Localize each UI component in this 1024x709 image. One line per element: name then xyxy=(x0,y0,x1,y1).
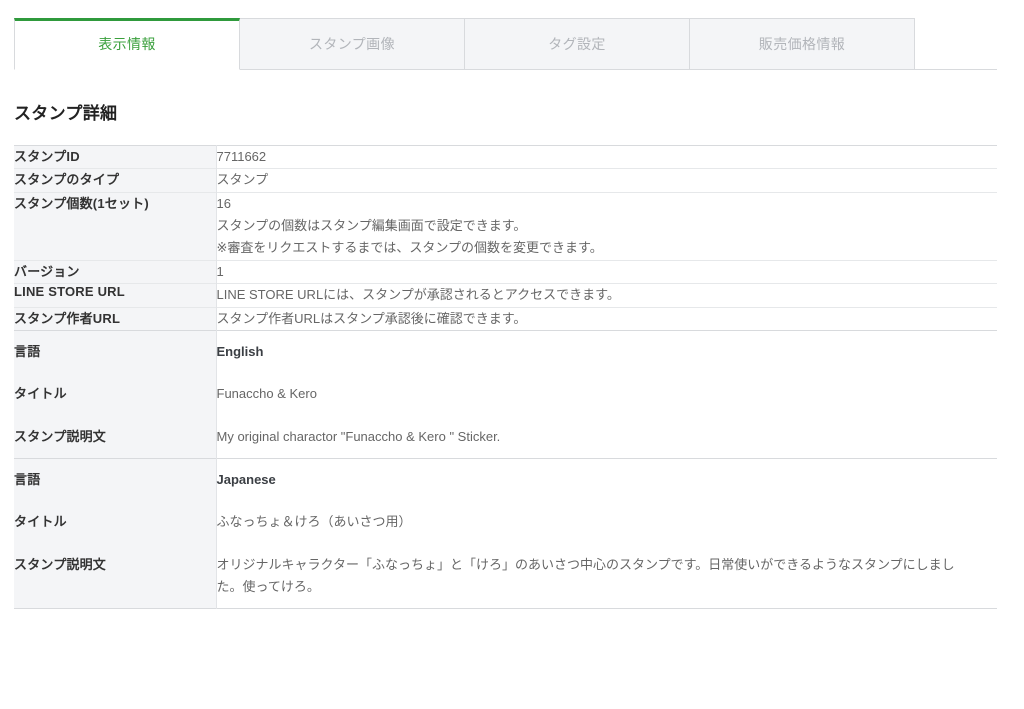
table-row: スタンプ作者URL スタンプ作者URLはスタンプ承認後に確認できます。 xyxy=(14,306,997,331)
row-value-stamp-id: 7711662 xyxy=(216,145,997,169)
tab-bar: 表示情報 スタンプ画像 タグ設定 販売価格情報 xyxy=(0,0,1024,70)
tab-price-info[interactable]: 販売価格情報 xyxy=(689,18,915,70)
description-en-value: My original charactor "Funaccho & Kero "… xyxy=(216,428,501,444)
table-row: LINE STORE URL LINE STORE URLには、スタンプが承認さ… xyxy=(14,283,997,308)
language-en-value: English xyxy=(216,343,264,359)
title-ja-value: ふなっちょ＆けろ（あいさつ用） xyxy=(216,514,412,530)
row-label-language-en: 言語 xyxy=(14,329,217,374)
tab-stamp-images[interactable]: スタンプ画像 xyxy=(239,18,465,70)
table-row: スタンプ説明文 My original charactor "Funaccho … xyxy=(14,415,997,459)
tab-tag-settings[interactable]: タグ設定 xyxy=(464,18,690,70)
row-label-version: バージョン xyxy=(14,259,217,284)
stamp-count-value: 16 xyxy=(216,195,231,211)
description-ja-value: オリジナルキャラクター「ふなっちょ」と「けろ」のあいさつ中心のスタンプです。日常… xyxy=(216,556,955,595)
tab-tag-settings-label: タグ設定 xyxy=(548,36,606,52)
tab-price-info-label: 販売価格情報 xyxy=(758,36,846,52)
table-row: スタンプ説明文 オリジナルキャラクター「ふなっちょ」と「けろ」のあいさつ中心のス… xyxy=(14,543,997,609)
stamp-count-note-1: スタンプの個数はスタンプ編集画面で設定できます。 xyxy=(216,218,527,234)
row-label-stamp-count: スタンプ個数(1セット) xyxy=(14,191,217,261)
language-ja-value: Japanese xyxy=(216,471,276,487)
table-row: スタンプ個数(1セット) 16 スタンプの個数はスタンプ編集画面で設定できます。… xyxy=(14,191,997,261)
table-row: タイトル Funaccho & Kero xyxy=(14,373,997,416)
stamp-detail-table: スタンプID 7711662 スタンプのタイプ スタンプ スタンプ個数(1セット… xyxy=(14,145,997,610)
version-value: 1 xyxy=(216,263,224,279)
stamp-id-value: 7711662 xyxy=(216,149,267,164)
row-label-language-ja: 言語 xyxy=(14,457,217,502)
table-row: スタンプID 7711662 xyxy=(14,145,997,169)
tab-stamp-images-label: スタンプ画像 xyxy=(309,36,395,52)
row-value-version: 1 xyxy=(216,259,997,284)
row-label-line-store-url: LINE STORE URL xyxy=(14,283,217,308)
page-title: スタンプ詳細 xyxy=(14,104,118,123)
row-value-title-ja: ふなっちょ＆けろ（あいさつ用） xyxy=(216,501,997,544)
row-value-description-en: My original charactor "Funaccho & Kero "… xyxy=(216,415,997,459)
row-label-stamp-type: スタンプのタイプ xyxy=(14,168,217,193)
stamp-count-note-2: ※審査をリクエストするまでは、スタンプの個数を変更できます。 xyxy=(216,240,603,256)
tab-list: 表示情報 スタンプ画像 タグ設定 販売価格情報 xyxy=(14,18,915,70)
table-row: タイトル ふなっちょ＆けろ（あいさつ用） xyxy=(14,501,997,544)
row-label-author-url: スタンプ作者URL xyxy=(14,306,217,331)
table-row: 言語 Japanese xyxy=(14,457,997,502)
tab-display-info[interactable]: 表示情報 xyxy=(14,18,240,70)
row-label-title-en: タイトル xyxy=(14,373,217,416)
tab-display-info-label: 表示情報 xyxy=(98,36,156,52)
table-row: スタンプのタイプ スタンプ xyxy=(14,168,997,193)
row-value-language-en: English xyxy=(216,329,997,374)
row-value-stamp-count: 16 スタンプの個数はスタンプ編集画面で設定できます。 ※審査をリクエストするま… xyxy=(216,191,997,261)
row-label-title-ja: タイトル xyxy=(14,501,217,544)
row-label-description-ja: スタンプ説明文 xyxy=(14,543,217,609)
stamp-detail-page: 表示情報 スタンプ画像 タグ設定 販売価格情報 スタンプ詳細 スタンプID 77… xyxy=(0,0,1024,709)
row-value-description-ja: オリジナルキャラクター「ふなっちょ」と「けろ」のあいさつ中心のスタンプです。日常… xyxy=(216,543,997,609)
row-label-description-en: スタンプ説明文 xyxy=(14,415,217,459)
table-row: バージョン 1 xyxy=(14,259,997,284)
row-value-stamp-type: スタンプ xyxy=(216,168,997,193)
row-value-title-en: Funaccho & Kero xyxy=(216,373,997,416)
title-en-value: Funaccho & Kero xyxy=(216,386,317,402)
stamp-type-value: スタンプ xyxy=(216,172,269,188)
row-value-author-url: スタンプ作者URLはスタンプ承認後に確認できます。 xyxy=(216,306,997,331)
row-label-stamp-id: スタンプID xyxy=(14,145,217,169)
table-row: 言語 English xyxy=(14,329,997,374)
row-value-line-store-url: LINE STORE URLには、スタンプが承認されるとアクセスできます。 xyxy=(216,283,997,308)
line-store-url-value: LINE STORE URLには、スタンプが承認されるとアクセスできます。 xyxy=(216,287,620,303)
author-url-value: スタンプ作者URLはスタンプ承認後に確認できます。 xyxy=(216,310,527,326)
row-value-language-ja: Japanese xyxy=(216,457,997,502)
